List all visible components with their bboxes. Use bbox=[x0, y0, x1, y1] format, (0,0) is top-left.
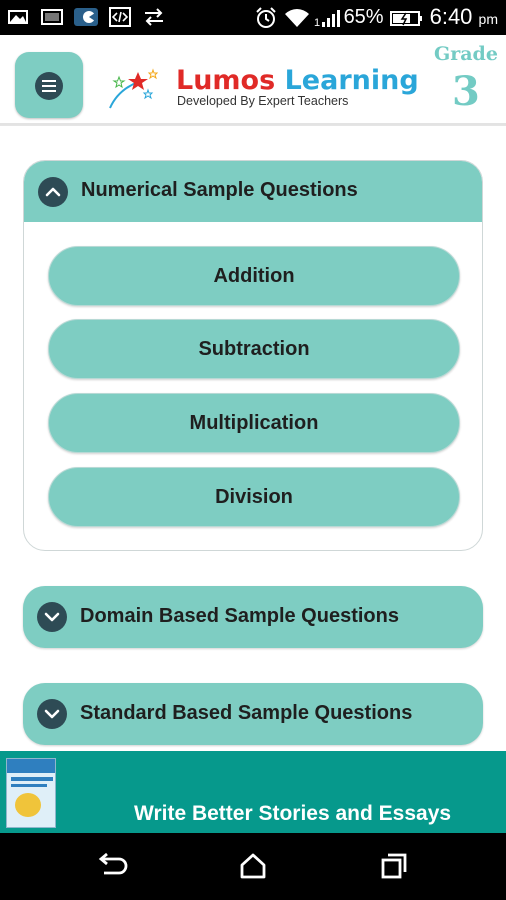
section-title: Standard Based Sample Questions bbox=[80, 702, 413, 724]
home-icon[interactable] bbox=[236, 851, 270, 881]
chevron-down-icon bbox=[37, 602, 67, 632]
multiplication-button[interactable]: Multiplication bbox=[48, 393, 460, 453]
main-content: Numerical Sample Questions Addition Subt… bbox=[0, 125, 506, 751]
division-button[interactable]: Division bbox=[48, 467, 460, 527]
chevron-down-icon bbox=[37, 699, 67, 729]
hamburger-menu-icon bbox=[35, 72, 63, 100]
subtraction-button[interactable]: Subtraction bbox=[48, 319, 460, 379]
status-bar: 1 65% 6:40 pm bbox=[0, 0, 506, 35]
ad-text: Write Better Stories and Essays bbox=[134, 802, 452, 825]
image-icon bbox=[40, 6, 64, 28]
code-icon bbox=[108, 6, 132, 28]
logo-part1: Lumos bbox=[176, 65, 276, 96]
signal-icon: 1 bbox=[314, 6, 340, 29]
battery-percent: 65% bbox=[343, 5, 384, 28]
whatsapp-icon bbox=[74, 6, 98, 28]
recents-icon[interactable] bbox=[378, 851, 412, 881]
navigation-bar bbox=[0, 833, 506, 900]
numerical-sample-questions-panel: Numerical Sample Questions Addition Subt… bbox=[23, 160, 483, 551]
clock: 6:40 pm bbox=[430, 4, 498, 30]
addition-button[interactable]: Addition bbox=[48, 246, 460, 306]
notification-icons bbox=[6, 6, 166, 28]
wifi-icon bbox=[284, 6, 309, 28]
clock-time: 6:40 bbox=[429, 4, 473, 29]
accordion-header-numerical[interactable]: Numerical Sample Questions bbox=[24, 161, 482, 222]
grade-value: 3 bbox=[452, 68, 480, 115]
app-header: Lumos Learning Developed By Expert Teach… bbox=[0, 35, 506, 125]
gallery-icon bbox=[6, 6, 30, 28]
sync-icon bbox=[142, 6, 166, 28]
ad-banner[interactable]: Write Better Stories and Essays bbox=[0, 751, 506, 833]
logo-stars-icon bbox=[109, 68, 158, 109]
logo-part2: Learning bbox=[284, 65, 419, 96]
chevron-up-icon bbox=[38, 177, 68, 207]
divider bbox=[0, 125, 506, 126]
alarm-icon bbox=[254, 6, 278, 28]
menu-button[interactable] bbox=[15, 52, 83, 118]
section-title: Numerical Sample Questions bbox=[81, 179, 358, 201]
system-status: 1 65% 6:40 pm bbox=[254, 4, 498, 30]
grade-label: Grade bbox=[434, 43, 498, 65]
battery-icon bbox=[389, 6, 424, 28]
section-title: Domain Based Sample Questions bbox=[80, 605, 399, 627]
accordion-header-standard[interactable]: Standard Based Sample Questions bbox=[23, 683, 483, 745]
svg-text:1: 1 bbox=[314, 17, 320, 29]
clock-ampm: pm bbox=[478, 11, 498, 27]
logo-tagline: Developed By Expert Teachers bbox=[177, 94, 349, 108]
book-cover-image bbox=[6, 758, 56, 828]
accordion-header-domain[interactable]: Domain Based Sample Questions bbox=[23, 586, 483, 648]
logo-text: Lumos Learning bbox=[176, 65, 419, 96]
back-icon[interactable] bbox=[94, 851, 128, 881]
